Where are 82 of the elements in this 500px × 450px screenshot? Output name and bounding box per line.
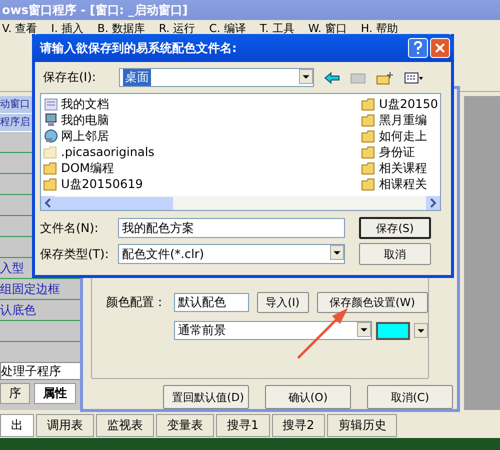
location-label: 保存在(I):	[43, 69, 97, 86]
folder-icon	[361, 129, 378, 143]
file-item[interactable]: 相关课程	[361, 160, 438, 176]
file-name: 相课程关	[379, 176, 428, 192]
file-item[interactable]: .picasaoriginals	[43, 144, 154, 160]
folder-icon	[361, 97, 378, 111]
dialog-button[interactable]: 取消(C)	[367, 385, 453, 409]
import-button[interactable]: 导入(I)	[256, 292, 309, 313]
menu-item[interactable]: I. 插入	[51, 20, 84, 37]
file-name: DOM编程	[61, 160, 114, 176]
file-type-label: 保存类型(T):	[40, 246, 110, 262]
file-item[interactable]: U盘20150	[361, 96, 438, 112]
scroll-thumb[interactable]	[55, 196, 173, 210]
output-tab[interactable]: 搜寻2	[272, 414, 326, 437]
output-tab[interactable]: 搜寻1	[216, 414, 270, 437]
new-folder-icon[interactable]	[376, 70, 394, 84]
folder-icon	[361, 145, 378, 159]
file-item[interactable]: 我的电脑	[43, 112, 154, 128]
menu-item[interactable]: V. 查看	[2, 20, 38, 37]
file-name: 我的文档	[61, 96, 109, 112]
file-name: 如何走上	[379, 128, 428, 144]
save-colors-button[interactable]: 保存颜色设置(W)	[316, 292, 428, 313]
cancel-button[interactable]: 取消	[359, 243, 431, 265]
computer-icon	[43, 113, 59, 127]
file-item[interactable]: 身份证	[361, 144, 438, 160]
save-button[interactable]: 保存(S)	[359, 217, 431, 239]
back-arrow-icon[interactable]	[324, 72, 340, 84]
view-menu-icon[interactable]	[404, 72, 424, 84]
folder-icon	[361, 161, 378, 175]
dialog-button[interactable]: 确认(O)	[265, 385, 351, 409]
dialog-title: 请输入欲保存到的易系统配色文件名:	[40, 40, 237, 56]
panel-tab[interactable]: 属性	[34, 383, 76, 404]
window-title: ows窗口程序 - [窗口: _启动窗口]	[2, 3, 188, 17]
scroll-left-icon[interactable]	[41, 196, 55, 210]
element-dropdown[interactable]: 通常前景	[174, 321, 372, 340]
documents-icon	[43, 97, 59, 111]
scheme-label: 颜色配置：	[106, 294, 166, 311]
network-icon	[43, 129, 59, 143]
menu-item[interactable]: C. 编译	[209, 20, 246, 37]
file-name: U盘20150619	[61, 176, 143, 192]
folder-icon	[361, 113, 378, 127]
scroll-right-icon[interactable]	[426, 196, 440, 210]
file-item[interactable]: 网上邻居	[43, 128, 154, 144]
horizontal-scrollbar[interactable]	[41, 196, 440, 210]
file-name: 我的电脑	[61, 112, 109, 128]
folder-icon	[361, 177, 378, 191]
file-name: U盘20150	[379, 96, 438, 112]
menu-item[interactable]: B. 数据库	[97, 20, 145, 37]
subroutine-dropdown[interactable]: 处理子程序	[0, 362, 82, 380]
menu-item[interactable]: W. 窗口	[308, 20, 347, 37]
location-dropdown[interactable]: 桌面	[119, 68, 314, 87]
folder-icon	[43, 145, 59, 159]
scheme-dropdown[interactable]: 默认配色	[174, 293, 249, 312]
dialog-button[interactable]: 置回默认值(D)	[163, 385, 249, 409]
folder-icon	[43, 177, 59, 191]
file-name: 身份证	[379, 144, 416, 160]
file-item[interactable]: U盘20150619	[43, 176, 154, 192]
file-name: .picasaoriginals	[61, 145, 154, 159]
filename-field[interactable]: 我的配色方案	[118, 218, 345, 238]
menu-item[interactable]: R. 运行	[158, 20, 196, 37]
output-tab[interactable]: 监视表	[96, 414, 154, 437]
panel-tab[interactable]: 序	[0, 383, 30, 404]
close-icon[interactable]	[430, 38, 450, 58]
file-item[interactable]: 黑月重编	[361, 112, 438, 128]
file-item[interactable]: 相课程关	[361, 176, 438, 192]
help-icon[interactable]	[408, 38, 428, 58]
file-type-dropdown[interactable]: 配色文件(*.clr)	[118, 244, 345, 264]
file-name: 黑月重编	[379, 112, 428, 128]
file-item[interactable]: 我的文档	[43, 96, 154, 112]
file-name: 相关课程	[379, 160, 428, 176]
menu-item[interactable]: H. 帮助	[360, 20, 398, 37]
file-item[interactable]: 如何走上	[361, 128, 438, 144]
output-tab[interactable]: 调用表	[36, 414, 94, 437]
filename-label: 文件名(N):	[40, 220, 100, 236]
output-tab[interactable]: 出	[0, 414, 34, 437]
output-tab[interactable]: 剪辑历史	[327, 414, 398, 437]
output-tab[interactable]: 变量表	[156, 414, 214, 437]
color-swatch[interactable]	[376, 322, 410, 340]
file-item[interactable]: DOM编程	[43, 160, 154, 176]
folder-icon	[43, 161, 59, 175]
file-name: 网上邻居	[61, 128, 109, 144]
menu-item[interactable]: T. 工具	[260, 20, 294, 37]
